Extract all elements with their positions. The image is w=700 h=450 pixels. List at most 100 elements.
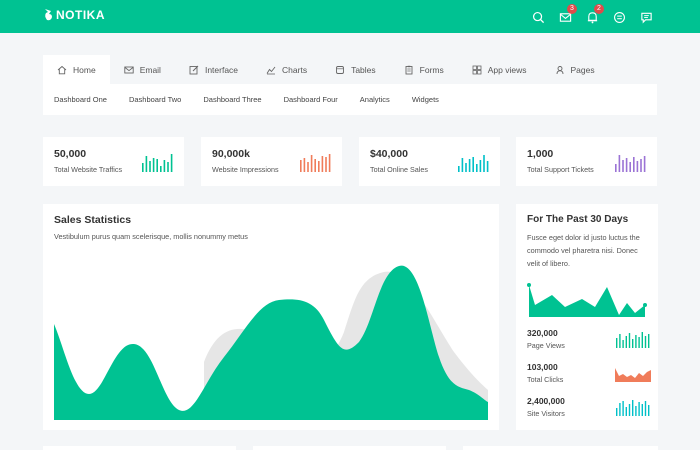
stat-label: Website Impressions	[212, 165, 279, 174]
notifications-button[interactable]: 2	[579, 4, 606, 27]
sales-sparkline	[458, 155, 489, 172]
mail-button[interactable]: 3	[552, 4, 579, 27]
stat-label: Total Website Traffics	[54, 165, 123, 174]
home-icon	[57, 65, 67, 74]
point-end	[643, 303, 647, 307]
tasks-icon	[614, 11, 625, 23]
sparkline-bar	[622, 340, 624, 348]
sparkline-bar	[479, 160, 482, 172]
sparkline-bar	[325, 157, 327, 172]
stat-card-impressions: 90,000k Website Impressions	[201, 137, 342, 186]
kpi-total-clicks: 103,000 Total Clicks	[527, 362, 651, 386]
sales-area-chart	[54, 265, 488, 420]
sparkline-bar	[633, 157, 635, 172]
sparkline-bar	[618, 155, 621, 172]
page-views-sparkline	[616, 332, 650, 348]
sparkline-bar	[641, 404, 643, 416]
traffic-sparkline	[142, 154, 173, 172]
sparkline-bar	[300, 160, 302, 172]
stat-value: 50,000	[54, 148, 87, 160]
sparkline-bar	[472, 157, 474, 172]
sparkline-bar	[145, 156, 148, 172]
sparkline-bar	[167, 162, 169, 172]
brand-name: NOTIKA	[56, 8, 105, 22]
subnav-dashboard-three[interactable]: Dashboard Three	[203, 95, 261, 104]
sparkline-bar	[625, 407, 627, 416]
stat-label: Total Online Sales	[370, 165, 428, 174]
sparkline-bar	[629, 162, 631, 172]
sparkline-bar	[622, 160, 624, 172]
impressions-sparkline	[300, 154, 331, 172]
sparkline-bar	[628, 333, 631, 348]
bottom-card	[463, 446, 658, 450]
tab-pages[interactable]: Pages	[541, 55, 609, 84]
point-start	[527, 283, 531, 287]
sparkline-bar	[156, 159, 158, 172]
tab-interface[interactable]: Interface	[175, 55, 252, 84]
past-title: For The Past 30 Days	[527, 214, 629, 225]
sparkline-bar	[483, 155, 485, 172]
tab-charts[interactable]: Charts	[252, 55, 321, 84]
sparkline-bar	[640, 159, 642, 172]
chart-icon	[266, 66, 276, 74]
sparkline-bar	[619, 334, 621, 348]
search-button[interactable]	[525, 7, 552, 27]
sparkline-bar	[632, 339, 634, 348]
past-description: Fusce eget dolor id justo luctus the com…	[527, 233, 640, 268]
sparkline-bar	[638, 337, 640, 348]
past-30-days-area-chart	[527, 283, 647, 317]
sparkline-bar	[625, 158, 628, 172]
kpi-page-views: 320,000 Page Views	[527, 328, 651, 352]
tab-app-views[interactable]: App views	[458, 55, 541, 84]
stat-card-sales: $40,000 Total Online Sales	[359, 137, 500, 186]
subnav-analytics[interactable]: Analytics	[360, 95, 390, 104]
nav-tabs: Home Email Interface Charts Tables Forms…	[43, 55, 657, 84]
sparkline-bar	[648, 334, 650, 348]
sparkline-bar	[314, 159, 316, 172]
sparkline-bar	[644, 401, 647, 416]
past-30-days-card: For The Past 30 Days Fusce eget dolor id…	[516, 204, 658, 430]
tasks-button[interactable]	[606, 7, 633, 27]
tab-home[interactable]: Home	[43, 55, 110, 84]
sparkline-bar	[307, 162, 309, 172]
tab-label: Home	[73, 64, 96, 75]
sparkline-bar	[458, 166, 460, 172]
tab-label: App views	[487, 64, 527, 75]
sub-navigation: Dashboard One Dashboard Two Dashboard Th…	[43, 84, 657, 115]
sparkline-bar	[641, 332, 643, 348]
bottom-card	[43, 446, 236, 450]
tab-label: Forms	[419, 64, 444, 75]
subnav-widgets[interactable]: Widgets	[412, 95, 439, 104]
chat-button[interactable]	[633, 7, 660, 27]
sparkline-bar	[635, 406, 637, 416]
sparkline-bar	[644, 336, 647, 348]
tab-email[interactable]: Email	[110, 55, 175, 84]
sparkline-bar	[622, 401, 624, 416]
pages-icon	[556, 65, 563, 74]
sparkline-bar	[170, 154, 173, 172]
sparkline-bar	[328, 154, 331, 172]
table-icon	[336, 65, 345, 74]
sparkline-bar	[163, 160, 166, 172]
stat-value: $40,000	[370, 148, 408, 160]
sparkline-bar	[636, 161, 639, 172]
sparkline-bar	[643, 156, 646, 172]
stat-card-tickets: 1,000 Total Support Tickets	[516, 137, 657, 186]
subnav-dashboard-four[interactable]: Dashboard Four	[284, 95, 338, 104]
tab-tables[interactable]: Tables	[321, 55, 390, 84]
brand-logo[interactable]: NOTIKA	[43, 8, 105, 22]
sales-subtitle: Vestibulum purus quam scelerisque, molli…	[54, 232, 248, 241]
kpi-site-visitors: 2,400,000 Site Visitors	[527, 396, 651, 420]
subnav-dashboard-one[interactable]: Dashboard One	[54, 95, 107, 104]
subnav-dashboard-two[interactable]: Dashboard Two	[129, 95, 181, 104]
sparkline-bar	[468, 159, 471, 172]
tab-label: Interface	[204, 64, 239, 75]
tab-label: Tables	[351, 64, 376, 75]
tab-forms[interactable]: Forms	[390, 55, 458, 84]
chat-icon	[641, 12, 652, 23]
stat-card-traffic: 50,000 Total Website Traffics	[43, 137, 184, 186]
primary-series-area	[54, 265, 488, 420]
sparkline-bar	[635, 335, 637, 348]
logo-icon	[45, 9, 52, 21]
stat-value: 1,000	[527, 148, 554, 160]
